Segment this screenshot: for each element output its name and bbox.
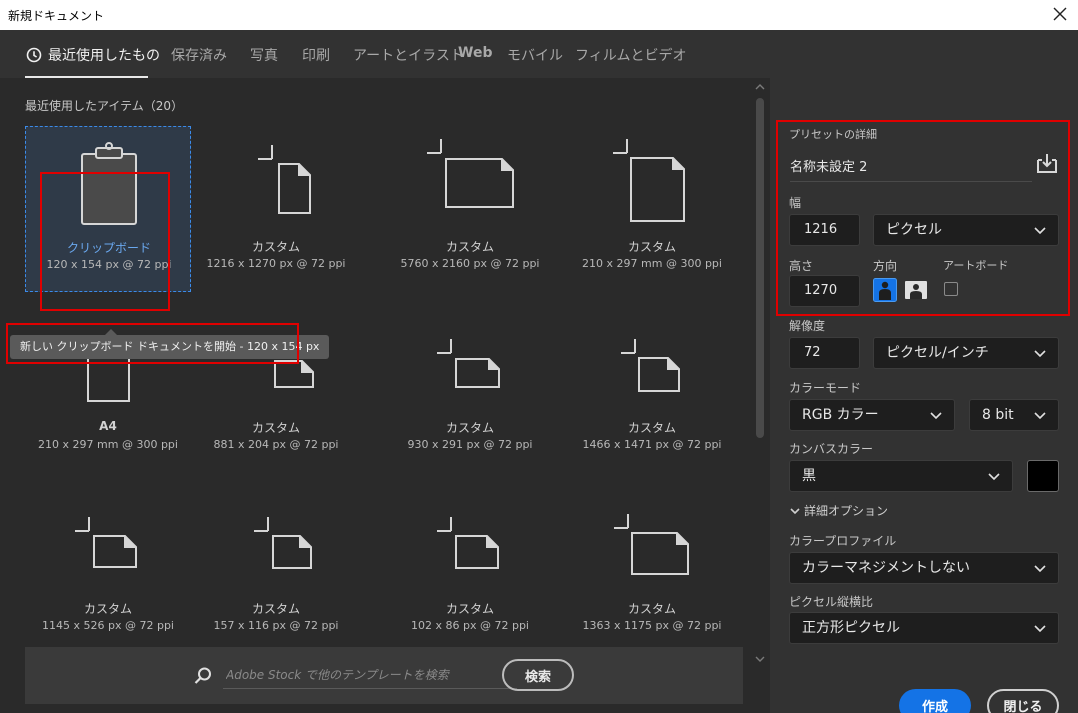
preset-item-custom[interactable]: カスタム 5760 x 2160 px @ 72 ppi bbox=[387, 126, 553, 292]
preset-name: カスタム bbox=[627, 421, 676, 435]
preset-dimensions: 5760 x 2160 px @ 72 ppi bbox=[400, 257, 540, 270]
document-icon bbox=[437, 517, 499, 569]
preset-item-custom[interactable]: カスタム 157 x 116 px @ 72 ppi bbox=[193, 488, 359, 654]
chevron-down-icon bbox=[1034, 350, 1046, 358]
tab-art-illustration[interactable]: アートとイラスト bbox=[353, 45, 464, 65]
clock-icon bbox=[26, 47, 42, 63]
tab-photo[interactable]: 写真 bbox=[250, 45, 278, 65]
scrollbar[interactable] bbox=[753, 78, 767, 678]
chevron-down-icon bbox=[930, 412, 942, 420]
highlight-box bbox=[776, 120, 1070, 316]
window-titlebar: 新規ドキュメント bbox=[0, 0, 1078, 30]
scrollbar-thumb[interactable] bbox=[756, 98, 764, 438]
preset-item-custom[interactable]: カスタム 102 x 86 px @ 72 ppi bbox=[387, 488, 553, 654]
bit-depth-select[interactable]: 8 bit bbox=[969, 399, 1059, 431]
document-icon bbox=[75, 517, 137, 568]
preset-item-custom[interactable]: カスタム 1216 x 1270 px @ 72 ppi bbox=[193, 126, 359, 292]
canvas-color-select[interactable]: 黒 bbox=[789, 460, 1013, 492]
pixel-aspect-select[interactable]: 正方形ピクセル bbox=[789, 612, 1059, 644]
preset-dimensions: 881 x 204 px @ 72 ppi bbox=[213, 438, 339, 451]
tab-saved[interactable]: 保存済み bbox=[171, 45, 227, 65]
tab-print[interactable]: 印刷 bbox=[302, 45, 330, 65]
chevron-down-icon[interactable] bbox=[755, 654, 765, 664]
color-mode-label: カラーモード bbox=[789, 381, 862, 395]
stock-search-bar: 検索 bbox=[25, 647, 743, 704]
advanced-options-label: 詳細オプション bbox=[804, 504, 889, 518]
document-icon bbox=[613, 139, 685, 222]
resolution-input[interactable]: 72 bbox=[789, 337, 860, 369]
resolution-unit-select[interactable]: ピクセル/インチ bbox=[873, 337, 1059, 369]
preset-dimensions: 1363 x 1175 px @ 72 ppi bbox=[582, 619, 722, 632]
canvas-color-swatch[interactable] bbox=[1027, 460, 1059, 492]
search-button[interactable]: 検索 bbox=[502, 659, 574, 691]
document-icon bbox=[254, 517, 312, 569]
preset-name: カスタム bbox=[445, 421, 494, 435]
chevron-down-icon bbox=[1034, 625, 1046, 633]
tab-recent[interactable]: 最近使用したもの bbox=[26, 45, 160, 65]
preset-details-pane: プリセットの詳細 名称未設定 2 幅 1216 ピクセル 高さ 方向 アートボー… bbox=[770, 78, 1078, 713]
chevron-down-icon bbox=[790, 508, 800, 515]
search-input[interactable] bbox=[223, 661, 517, 689]
pixel-aspect-label: ピクセル縦横比 bbox=[789, 595, 874, 609]
preset-item-custom[interactable]: カスタム 1466 x 1471 px @ 72 ppi bbox=[569, 307, 735, 473]
preset-item-custom[interactable]: カスタム 930 x 291 px @ 72 ppi bbox=[387, 307, 553, 473]
recent-items-pane: 最近使用したアイテム（20） クリップボード 120 x 154 px @ 72… bbox=[0, 78, 770, 713]
color-profile-select[interactable]: カラーマネジメントしない bbox=[789, 552, 1059, 584]
color-mode-select[interactable]: RGB カラー bbox=[789, 399, 955, 431]
tab-film-video[interactable]: フィルムとビデオ bbox=[575, 45, 686, 65]
color-profile-value: カラーマネジメントしない bbox=[802, 560, 970, 576]
chevron-up-icon[interactable] bbox=[755, 82, 765, 92]
preset-item-custom[interactable]: カスタム 1145 x 526 px @ 72 ppi bbox=[25, 488, 191, 654]
preset-name: カスタム bbox=[627, 602, 676, 616]
close-button[interactable]: 閉じる bbox=[987, 689, 1059, 713]
new-document-dialog: 最近使用したもの 保存済み 写真 印刷 アートとイラスト Web モバイル フィ… bbox=[0, 30, 1078, 713]
document-icon bbox=[437, 339, 500, 388]
pixel-aspect-value: 正方形ピクセル bbox=[802, 620, 900, 636]
window-title: 新規ドキュメント bbox=[8, 9, 105, 23]
tab-web[interactable]: Web bbox=[458, 45, 492, 61]
chevron-down-icon bbox=[988, 473, 1000, 481]
section-heading: 最近使用したアイテム（20） bbox=[25, 99, 184, 113]
preset-name: カスタム bbox=[445, 240, 494, 254]
document-icon bbox=[614, 514, 689, 575]
preset-name: カスタム bbox=[445, 602, 494, 616]
preset-name: カスタム bbox=[251, 240, 300, 254]
preset-dimensions: 1216 x 1270 px @ 72 ppi bbox=[206, 257, 346, 270]
search-icon bbox=[194, 667, 211, 684]
preset-dimensions: 930 x 291 px @ 72 ppi bbox=[407, 438, 533, 451]
color-mode-value: RGB カラー bbox=[802, 407, 879, 423]
preset-dimensions: 1466 x 1471 px @ 72 ppi bbox=[582, 438, 722, 451]
preset-name: カスタム bbox=[251, 602, 300, 616]
category-tabs: 最近使用したもの 保存済み 写真 印刷 アートとイラスト Web モバイル フィ… bbox=[0, 30, 1078, 78]
color-profile-label: カラープロファイル bbox=[789, 534, 897, 548]
advanced-options-toggle[interactable]: 詳細オプション bbox=[790, 502, 888, 519]
canvas-color-label: カンバスカラー bbox=[789, 442, 874, 456]
document-icon bbox=[427, 139, 514, 208]
create-button[interactable]: 作成 bbox=[899, 689, 971, 713]
preset-name: カスタム bbox=[251, 421, 300, 435]
chevron-down-icon bbox=[1034, 565, 1046, 573]
resolution-label: 解像度 bbox=[789, 319, 826, 333]
preset-item-custom[interactable]: カスタム 210 x 297 mm @ 300 ppi bbox=[569, 126, 735, 292]
chevron-down-icon bbox=[1034, 412, 1046, 420]
close-icon[interactable] bbox=[1050, 4, 1070, 24]
tab-recent-label: 最近使用したもの bbox=[48, 48, 160, 64]
preset-dimensions: 210 x 297 mm @ 300 ppi bbox=[582, 257, 722, 270]
bit-depth-value: 8 bit bbox=[982, 407, 1014, 423]
canvas-color-value: 黒 bbox=[802, 468, 816, 484]
preset-name: A4 bbox=[99, 419, 117, 433]
preset-dimensions: 210 x 297 mm @ 300 ppi bbox=[38, 438, 178, 451]
document-icon bbox=[258, 145, 311, 214]
preset-dimensions: 157 x 116 px @ 72 ppi bbox=[213, 619, 339, 632]
highlight-box bbox=[6, 323, 299, 364]
preset-name: カスタム bbox=[83, 602, 132, 616]
resolution-unit-value: ピクセル/インチ bbox=[886, 345, 989, 361]
preset-name: カスタム bbox=[627, 240, 676, 254]
tab-mobile[interactable]: モバイル bbox=[507, 45, 563, 65]
highlight-box bbox=[40, 172, 170, 311]
preset-dimensions: 1145 x 526 px @ 72 ppi bbox=[42, 619, 174, 632]
preset-item-custom[interactable]: カスタム 1363 x 1175 px @ 72 ppi bbox=[569, 488, 735, 654]
document-icon bbox=[621, 339, 680, 392]
preset-dimensions: 102 x 86 px @ 72 ppi bbox=[411, 619, 529, 632]
